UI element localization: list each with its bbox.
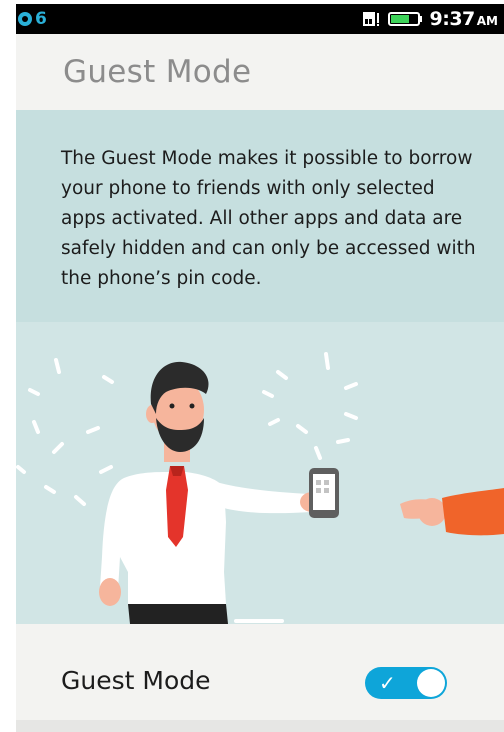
clock-ampm: AM: [476, 14, 498, 28]
notification-count: 6: [35, 9, 47, 29]
header: Guest Mode: [16, 34, 504, 110]
notification-indicator[interactable]: 6: [18, 9, 47, 29]
page-title: Guest Mode: [63, 54, 252, 90]
description-panel: The Guest Mode makes it possible to borr…: [16, 110, 504, 322]
guest-mode-toggle-row[interactable]: Guest Mode ✓: [16, 624, 504, 720]
guest-mode-screen: 6 9:37 AM Guest Mode The Guest Mode makes: [0, 0, 504, 732]
clock: 9:37 AM: [430, 8, 499, 30]
status-icons: 9:37 AM: [362, 8, 499, 30]
notification-icon: [18, 12, 32, 26]
switch-knob: [417, 669, 445, 697]
clock-time: 9:37: [429, 8, 476, 30]
status-bar: 6 9:37 AM: [16, 4, 504, 34]
bottom-divider: [16, 720, 504, 732]
guest-mode-illustration: [16, 322, 504, 624]
man-figure: [99, 361, 324, 624]
page-indicator: [234, 619, 284, 623]
illustration-graphic: [16, 352, 504, 624]
battery-icon: [387, 12, 422, 26]
check-icon: ✓: [379, 671, 396, 695]
friend-hand: [400, 488, 504, 536]
description-text: The Guest Mode makes it possible to borr…: [61, 148, 476, 289]
toggle-label: Guest Mode: [61, 666, 211, 695]
phone-icon: [309, 468, 339, 518]
sim-icon: [362, 12, 379, 26]
guest-mode-switch[interactable]: ✓: [365, 667, 447, 699]
